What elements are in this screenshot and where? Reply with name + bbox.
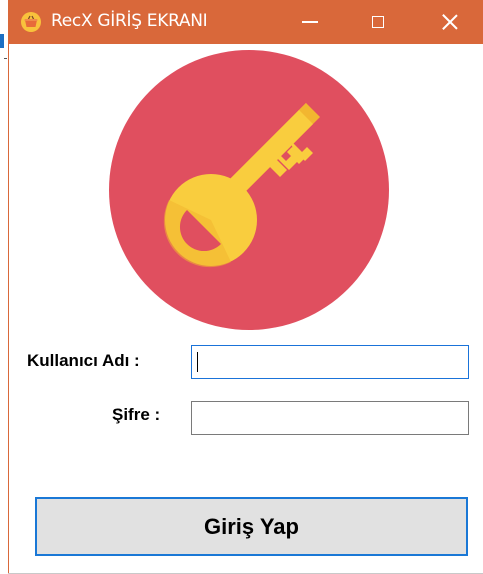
password-input[interactable]: [191, 401, 469, 435]
background-window-edge: [0, 34, 8, 74]
close-icon: [442, 14, 458, 30]
background-window-sliver: [0, 34, 4, 48]
maximize-button[interactable]: [349, 0, 407, 44]
title-bar[interactable]: RecX GİRİŞ EKRANI: [9, 0, 483, 44]
minimize-button[interactable]: [281, 0, 339, 44]
password-label: Şifre :: [112, 405, 161, 424]
key-icon: [109, 50, 389, 330]
maximize-icon: [372, 16, 384, 28]
background-window-mark: [4, 58, 7, 59]
username-input[interactable]: [191, 345, 469, 379]
window-bottom-border: [8, 569, 483, 574]
username-label: Kullanıcı Adı :: [27, 351, 140, 370]
text-caret: [197, 352, 198, 372]
window-title: RecX GİRİŞ EKRANI: [51, 11, 208, 31]
minimize-icon: [302, 21, 318, 23]
login-button[interactable]: Giriş Yap: [35, 497, 468, 556]
close-button[interactable]: [421, 0, 479, 44]
shopping-basket-icon: [21, 12, 41, 32]
